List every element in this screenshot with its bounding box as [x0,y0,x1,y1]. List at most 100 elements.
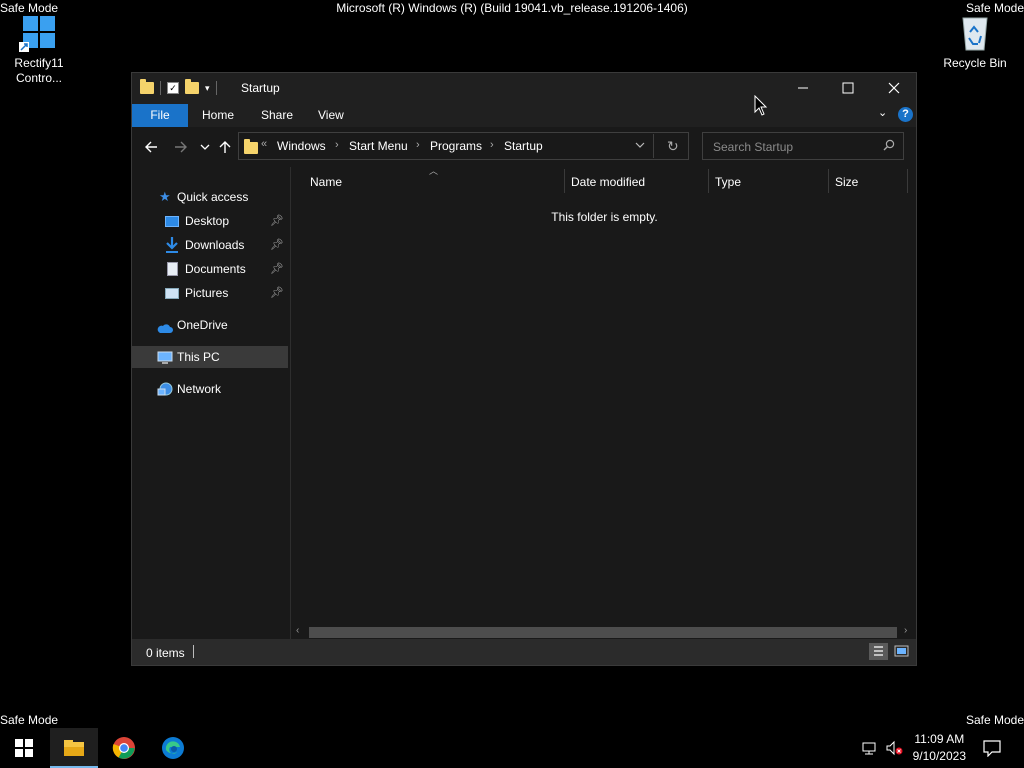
notification-center-icon[interactable] [983,739,1001,760]
breadcrumb-windows[interactable]: Windows [277,139,326,153]
back-button[interactable] [141,137,161,157]
expand-ribbon-chevron-icon[interactable]: ⌄ [878,106,887,119]
nav-network[interactable]: Network [132,378,288,400]
status-divider [193,645,194,658]
help-icon[interactable]: ? [898,107,913,122]
forward-button[interactable] [171,137,191,157]
nav-this-pc[interactable]: This PC [132,346,288,368]
chrome-icon [112,737,135,759]
breadcrumb-overflow[interactable]: « [261,138,267,150]
customize-qat-chevron-icon[interactable]: ▾ [205,83,210,94]
separator [215,81,217,95]
nav-label: Pictures [185,286,229,300]
taskbar-edge[interactable] [149,728,197,768]
start-button[interactable] [0,728,48,768]
computer-icon [157,350,173,364]
minimize-button[interactable] [780,73,825,103]
nav-quick-access[interactable]: ★ Quick access [132,186,288,208]
desktop-icon-recycle-bin[interactable]: Recycle Bin [940,12,1010,71]
address-bar[interactable]: « Windows › Start Menu › Programs › Star… [238,132,689,160]
address-history-button[interactable] [635,139,645,153]
folder-icon [244,139,258,154]
nav-onedrive[interactable]: OneDrive [132,314,288,336]
tab-view[interactable]: View [308,106,354,125]
refresh-icon[interactable]: ↻ [667,138,679,155]
minimize-icon [797,87,808,89]
desktop-icon-label: Recycle Bin [943,56,1007,70]
details-view-button[interactable] [869,643,888,660]
up-button[interactable] [215,137,235,157]
large-icons-view-icon [894,645,909,657]
column-divider[interactable] [564,169,565,193]
large-icons-view-button[interactable] [892,643,911,660]
windows-start-icon [15,739,33,757]
safe-mode-label-bottom-right: Safe Mode [965,713,1024,727]
volume-muted-icon[interactable] [886,740,904,759]
back-arrow-icon [145,141,157,153]
properties-icon[interactable]: ✓ [167,82,179,94]
column-header-date-modified[interactable]: Date modified [571,167,645,197]
folder-icon [140,79,154,94]
window-title: Startup [241,81,280,95]
file-list-pane[interactable]: ︿ Name Date modified Type Size This fold… [291,166,916,639]
pin-icon: 📌︎ [270,239,284,251]
edge-icon [162,737,184,759]
navigation-pane: ★ Quick access Desktop 📌︎ Downloads 📌︎ D… [132,167,291,639]
separator [653,134,654,158]
os-build-title: Microsoft (R) Windows (R) (Build 19041.v… [336,1,688,15]
horizontal-scrollbar[interactable]: ‹ › [291,625,916,639]
desktop-icon [165,216,179,227]
column-header-size[interactable]: Size [835,167,858,197]
search-icon[interactable] [883,139,895,154]
maximize-button[interactable] [825,73,870,103]
clock[interactable]: 11:09 AM 9/10/2023 [913,731,966,765]
document-icon [167,262,178,276]
network-tray-icon[interactable] [862,740,878,759]
nav-label: Desktop [185,214,230,228]
tab-file[interactable]: File [132,104,188,127]
pin-icon: 📌︎ [270,215,284,227]
chevron-down-icon [200,144,210,150]
nav-documents[interactable]: Documents 📌︎ [132,258,288,280]
desktop-icon-rectify11[interactable]: Rectify11 Contro... [4,12,74,86]
nav-downloads[interactable]: Downloads 📌︎ [132,234,288,256]
forward-arrow-icon [175,141,187,153]
breadcrumb-start-menu[interactable]: Start Menu [349,139,408,153]
breadcrumb-separator[interactable]: › [490,139,494,151]
mouse-cursor-icon [754,94,768,120]
pin-icon: 📌︎ [270,263,284,275]
column-header-type[interactable]: Type [715,167,741,197]
recycle-bin-icon [955,12,995,52]
taskbar-chrome[interactable] [100,728,148,768]
clock-time: 11:09 AM [914,732,965,746]
taskbar-file-explorer[interactable] [50,728,98,768]
breadcrumb-startup[interactable]: Startup [504,139,543,153]
search-box[interactable] [702,132,904,160]
close-button[interactable] [871,73,916,103]
recent-locations-button[interactable] [195,137,215,157]
column-divider[interactable] [907,169,908,193]
pin-icon: 📌︎ [270,287,284,299]
column-divider[interactable] [828,169,829,193]
tab-home[interactable]: Home [192,106,244,125]
title-bar[interactable]: ✓ ▾ Startup [132,73,916,103]
column-header-name[interactable]: Name [310,167,342,197]
empty-folder-message: This folder is empty. [551,210,658,224]
nav-desktop[interactable]: Desktop 📌︎ [132,210,288,232]
safe-mode-label-bottom-left: Safe Mode [0,713,59,727]
breadcrumb-separator[interactable]: › [416,139,420,151]
breadcrumb-programs[interactable]: Programs [430,139,482,153]
scrollbar-thumb[interactable] [309,627,897,638]
nav-label: Network [177,382,222,396]
search-input[interactable] [711,138,885,156]
star-icon: ★ [159,189,171,204]
nav-pictures[interactable]: Pictures 📌︎ [132,282,288,304]
tab-share[interactable]: Share [251,106,303,125]
separator [160,81,161,95]
scroll-right-arrow-icon[interactable]: › [904,625,907,636]
scroll-left-arrow-icon[interactable]: ‹ [296,625,299,636]
column-divider[interactable] [708,169,709,193]
breadcrumb-separator[interactable]: › [335,139,339,151]
new-folder-icon[interactable] [185,79,199,94]
taskbar: 11:09 AM 9/10/2023 [0,728,1024,768]
